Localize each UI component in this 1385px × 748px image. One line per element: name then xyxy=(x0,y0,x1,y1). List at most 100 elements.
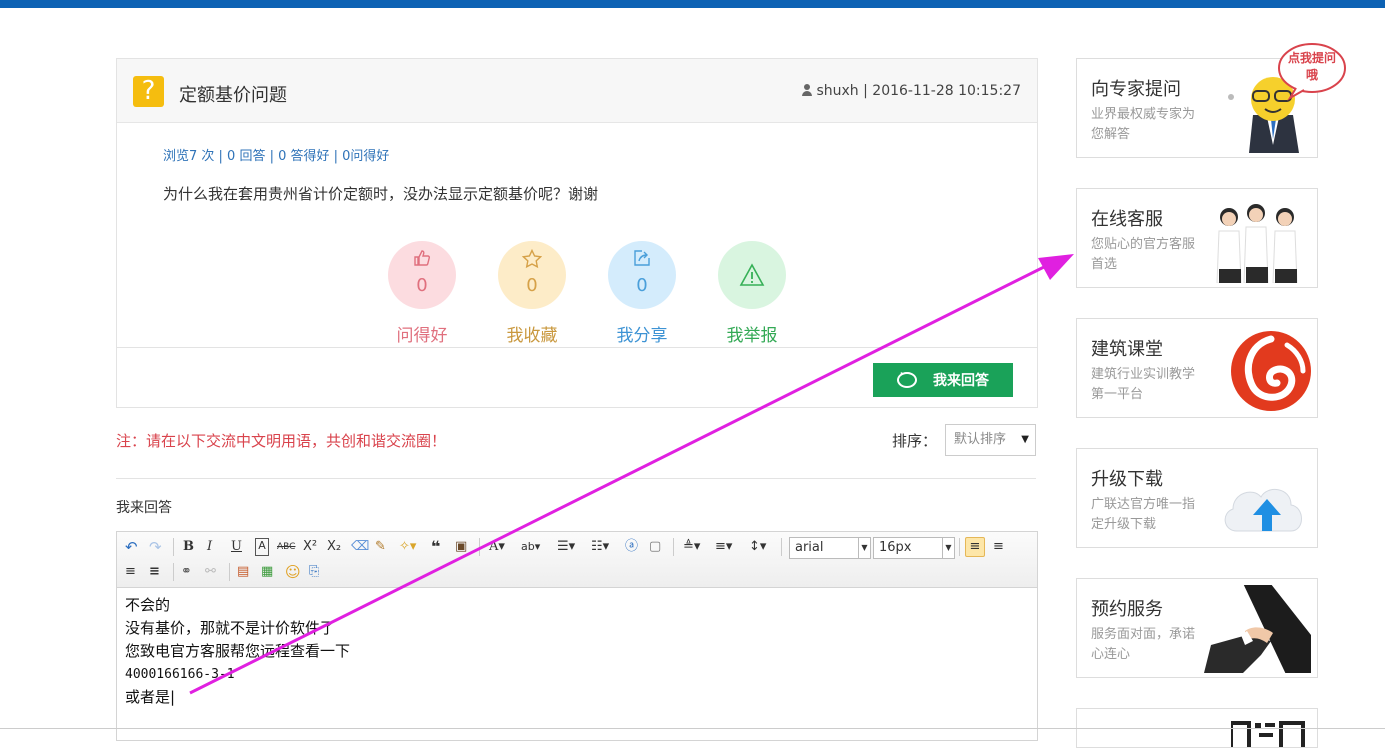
user-icon xyxy=(802,84,813,96)
paste-icon[interactable]: ▣ xyxy=(455,538,467,556)
card-divider xyxy=(117,347,1037,348)
editor-toolbar: ↶ ↷ B I U A ABC X² X₂ ⌫ ✎ ✧▾ ❝ ▣ A▾ ab▾ … xyxy=(117,532,1037,588)
chat-bubble-icon xyxy=(897,368,917,388)
like-button[interactable]: 0 xyxy=(388,241,456,309)
content-line: 没有基价，那就不是计价软件了 xyxy=(125,619,336,637)
align-justify-icon[interactable]: ≡ xyxy=(149,563,160,581)
share-count: 0 xyxy=(636,275,648,296)
magic-wand-icon[interactable]: ✧▾ xyxy=(399,538,416,556)
like-action[interactable]: 0 问得好 xyxy=(377,241,467,346)
toolbar-separator xyxy=(479,538,480,556)
section-divider xyxy=(116,478,1036,479)
sidebar-title: 升级下载 xyxy=(1091,469,1163,490)
share-label[interactable]: 我分享 xyxy=(597,321,687,346)
align-left-icon[interactable]: ≡ xyxy=(965,537,985,557)
favorite-action[interactable]: 0 我收藏 xyxy=(487,241,577,346)
eraser-icon[interactable]: ⌫ xyxy=(351,538,369,556)
sidebar-title: 在线客服 xyxy=(1091,209,1163,230)
sidebar-building-classroom[interactable]: 建筑课堂 建筑行业实训教学第一平台 xyxy=(1076,318,1318,418)
toolbar-separator xyxy=(173,538,174,556)
favorite-label[interactable]: 我收藏 xyxy=(487,321,577,346)
font-size-value: 16px xyxy=(879,540,912,555)
sidebar-title: 预约服务 xyxy=(1091,599,1163,620)
sort-label: 排序： xyxy=(892,432,938,450)
clear-doc-icon[interactable]: ▢ xyxy=(649,538,661,556)
share-button[interactable]: 0 xyxy=(608,241,676,309)
sort-value: 默认排序 xyxy=(954,432,1007,447)
qr-code-icon xyxy=(1231,721,1305,747)
multi-image-icon[interactable]: ▦ xyxy=(261,563,273,581)
favorite-button[interactable]: 0 xyxy=(498,241,566,309)
unlink-icon[interactable]: ⚯ xyxy=(205,563,216,581)
sidebar-desc: 服务面对面，承诺心连心 xyxy=(1091,627,1196,662)
emoji-icon[interactable]: ☺ xyxy=(285,563,301,581)
format-brush-icon[interactable]: ✎ xyxy=(375,538,386,556)
paragraph-spacing-top-icon[interactable]: ≜▾ xyxy=(683,538,700,556)
font-family-select[interactable]: arial ▼ xyxy=(789,537,871,559)
font-color-icon[interactable]: A▾ xyxy=(489,538,505,556)
favorite-count: 0 xyxy=(526,275,538,296)
dropdown-arrow-icon: ▼ xyxy=(1021,434,1029,445)
sidebar-desc: 业界最权威专家为您解答 xyxy=(1091,107,1196,142)
share-action[interactable]: 0 我分享 xyxy=(597,241,687,346)
link-icon[interactable]: ⚭ xyxy=(181,563,192,581)
quote-icon[interactable]: ❝ xyxy=(431,538,440,556)
ordered-list-icon[interactable]: ☰▾ xyxy=(557,538,575,556)
select-all-icon[interactable]: ⓐ xyxy=(625,538,638,556)
reply-section-label: 我来回答 xyxy=(116,500,172,516)
report-button[interactable] xyxy=(718,241,786,309)
question-actions: 0 问得好 0 我收藏 0 我分享 我举报 xyxy=(377,241,797,351)
font-size-select[interactable]: 16px ▼ xyxy=(873,537,955,559)
sidebar-online-service[interactable]: 在线客服 您贴心的官方客服首选 xyxy=(1076,188,1318,288)
sidebar-title: 建筑课堂 xyxy=(1091,339,1163,360)
thumbs-up-icon xyxy=(388,249,456,272)
align-center-icon[interactable]: ≡ xyxy=(993,538,1004,556)
question-stats: 浏览7 次 | 0 回答 | 0 答得好 | 0问得好 xyxy=(163,149,390,164)
question-meta: shuxh | 2016-11-28 10:15:27 xyxy=(802,83,1021,99)
report-label[interactable]: 我举报 xyxy=(707,321,797,346)
content-line: 不会的 xyxy=(125,596,171,614)
question-title: 定额基价问题 xyxy=(179,85,287,106)
question-body: 为什么我在套用贵州省计价定额时，没办法显示定额基价呢？谢谢 xyxy=(163,185,599,203)
highlight-icon[interactable]: ab▾ xyxy=(521,538,540,556)
line-height-icon[interactable]: ↕▾ xyxy=(749,538,766,556)
bold-icon[interactable]: B xyxy=(183,538,194,556)
sidebar-desc: 建筑行业实训教学第一平台 xyxy=(1091,367,1196,402)
classroom-logo-icon xyxy=(1231,331,1311,411)
sidebar-desc: 您贴心的官方客服首选 xyxy=(1091,237,1196,272)
strikethrough-icon[interactable]: ABC xyxy=(277,538,295,556)
question-header: ? 定额基价问题 shuxh | 2016-11-28 10:15:27 xyxy=(117,59,1037,123)
share-icon xyxy=(608,249,676,272)
editor-content[interactable]: 不会的 没有基价，那就不是计价软件了 您致电官方客服帮您远程查看一下 40001… xyxy=(117,588,1037,715)
unordered-list-icon[interactable]: ☷▾ xyxy=(591,538,609,556)
subscript-icon[interactable]: X₂ xyxy=(327,538,341,556)
image-icon[interactable]: ▤ xyxy=(237,563,249,581)
toolbar-separator xyxy=(781,538,782,556)
ask-bubble-text[interactable]: 点我提问哦 xyxy=(1284,50,1340,84)
font-border-icon[interactable]: A xyxy=(255,538,269,556)
paragraph-spacing-bottom-icon[interactable]: ≡▾ xyxy=(715,538,732,556)
superscript-icon[interactable]: X² xyxy=(303,538,317,556)
italic-icon[interactable]: I xyxy=(207,538,212,556)
undo-icon[interactable]: ↶ xyxy=(125,538,138,556)
sidebar-upgrade-download[interactable]: 升级下载 广联达官方唯一指定升级下载 xyxy=(1076,448,1318,548)
like-label[interactable]: 问得好 xyxy=(377,321,467,346)
toolbar-separator xyxy=(173,563,174,581)
redo-icon[interactable]: ↷ xyxy=(149,538,162,556)
attachment-icon[interactable]: ⎘ xyxy=(309,563,319,581)
question-user[interactable]: shuxh xyxy=(816,83,858,99)
answer-button[interactable]: 我来回答 xyxy=(873,363,1013,397)
report-action[interactable]: 我举报 xyxy=(707,241,797,346)
sidebar-appointment-service[interactable]: 预约服务 服务面对面，承诺心连心 xyxy=(1076,578,1318,678)
underline-icon[interactable]: U xyxy=(231,538,242,556)
warning-icon xyxy=(718,263,786,292)
content-line: 4000166166-3-1 xyxy=(125,667,235,682)
sidebar-title: 向专家提问 xyxy=(1091,79,1181,100)
align-right-icon[interactable]: ≡ xyxy=(125,563,136,581)
handshake-icon xyxy=(1204,585,1311,673)
answer-button-label: 我来回答 xyxy=(933,372,989,388)
sort-select[interactable]: 默认排序 ▼ xyxy=(945,424,1036,456)
rich-text-editor: ↶ ↷ B I U A ABC X² X₂ ⌫ ✎ ✧▾ ❝ ▣ A▾ ab▾ … xyxy=(116,531,1038,741)
like-count: 0 xyxy=(416,275,428,296)
content-line: 您致电官方客服帮您远程查看一下 xyxy=(125,642,351,660)
